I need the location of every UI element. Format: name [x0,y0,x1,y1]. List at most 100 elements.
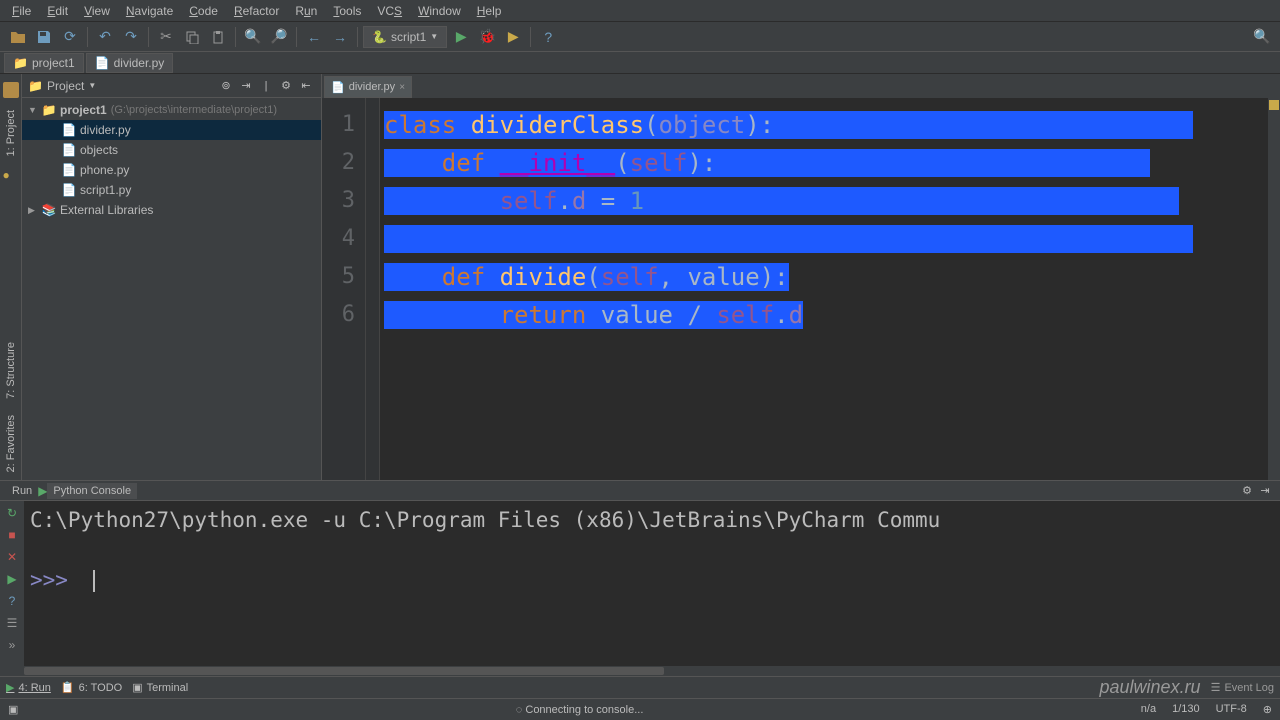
rail-structure[interactable]: 7: Structure [3,334,19,407]
status-widget-icon[interactable]: ▣ [8,703,18,716]
cut-icon[interactable]: ✂ [154,25,178,49]
undo-icon[interactable]: ↶ [93,25,117,49]
menu-window[interactable]: Window [410,2,469,20]
debug-icon[interactable]: 🐞 [475,25,499,49]
rail-project-icon[interactable] [3,82,19,98]
editor-body[interactable]: 1 2 3 4 5 6 class dividerClass(object): … [322,98,1280,480]
tree-file-objects[interactable]: 📄 objects [22,140,321,160]
open-icon[interactable] [6,25,30,49]
close-icon[interactable]: × [399,82,405,93]
breadcrumb-project[interactable]: 📁 project1 [4,53,84,73]
help-icon[interactable]: ? [4,593,20,609]
breadcrumb-file[interactable]: 📄 divider.py [86,53,174,73]
editor-marker-bar [1268,98,1280,480]
menu-run[interactable]: Run [287,2,325,20]
code-content[interactable]: class dividerClass(object): def __init__… [380,98,1268,480]
scrollbar-thumb[interactable] [24,667,664,675]
bottom-tab-run-label: 4: Run [18,682,50,694]
stop-icon[interactable]: ■ [4,527,20,543]
redo-icon[interactable]: ↷ [119,25,143,49]
line-number: 6 [322,296,365,334]
editor-tab-divider[interactable]: 📄 divider.py × [324,76,412,98]
todo-icon: 📋 [61,681,75,694]
panel-sep: | [257,77,275,95]
tree-root[interactable]: ▼ 📁 project1 (G:\projects\intermediate\p… [22,100,321,120]
project-panel-header: 📁 Project ▼ ⊚ ⇥ | ⚙ ⇤ [22,74,321,98]
line-number: 2 [322,144,365,182]
project-tree: ▼ 📁 project1 (G:\projects\intermediate\p… [22,98,321,480]
sync-icon[interactable]: ⟳ [58,25,82,49]
bottom-tab-todo[interactable]: 📋 6: TODO [61,681,122,694]
collapse-all-icon[interactable]: ⇥ [237,77,255,95]
folder-icon: 📁 [13,56,28,70]
editor-tabs: 📄 divider.py × [322,74,1280,98]
bottom-tab-terminal-label: Terminal [147,682,189,694]
replace-icon[interactable]: 🔎 [267,25,291,49]
tree-file-label: phone.py [80,163,129,177]
rail-favorites[interactable]: 2: Favorites [3,407,19,480]
console-header: Run ▶ Python Console ⚙ ⇥ [0,481,1280,501]
back-icon[interactable]: ← [302,25,326,49]
menu-file[interactable]: File [4,2,39,20]
console-scrollbar[interactable] [0,666,1280,676]
run-config-selector[interactable]: 🐍 script1 ▼ [363,26,447,48]
run-console-panel: Run ▶ Python Console ⚙ ⇥ ↻ ■ ✕ ▶ ? ☰ » C… [0,480,1280,676]
menu-view[interactable]: View [76,2,118,20]
console-tab-run[interactable]: Run [6,483,38,499]
tree-file-label: divider.py [80,123,131,137]
event-log-label: Event Log [1224,682,1274,694]
save-icon[interactable] [32,25,56,49]
gear-icon[interactable]: ⚙ [277,77,295,95]
paste-icon[interactable] [206,25,230,49]
hide-icon[interactable]: ⇥ [1256,482,1274,500]
scroll-from-source-icon[interactable]: ⊚ [217,77,235,95]
tree-file-script1[interactable]: 📄 script1.py [22,180,321,200]
expand-icon[interactable]: ▶ [28,205,38,216]
copy-icon[interactable] [180,25,204,49]
menu-refactor[interactable]: Refactor [226,2,287,20]
console-tab-python[interactable]: Python Console [47,483,137,499]
expand-icon[interactable]: ▼ [28,105,38,115]
more-icon[interactable]: » [4,637,20,653]
hide-icon[interactable]: ⇤ [297,77,315,95]
event-log-button[interactable]: ☰ Event Log [1211,681,1274,694]
menu-navigate[interactable]: Navigate [118,2,181,20]
status-encoding[interactable]: UTF-8 [1216,703,1247,716]
bottom-tab-run[interactable]: ▶ 4: Run [6,681,51,694]
tree-file-divider[interactable]: 📄 divider.py [22,120,321,140]
menu-help[interactable]: Help [469,2,510,20]
menu-tools[interactable]: Tools [325,2,369,20]
search-everywhere-icon[interactable]: 🔍 [1250,25,1274,49]
console-toolbar: ↻ ■ ✕ ▶ ? ☰ » [0,501,24,666]
library-icon: 📚 [42,203,56,217]
coverage-icon[interactable]: ▶ [501,25,525,49]
line-number: 3 [322,182,365,220]
tree-file-phone[interactable]: 📄 phone.py [22,160,321,180]
run-icon[interactable]: ▶ [4,571,20,587]
tree-external-libs[interactable]: ▶ 📚 External Libraries [22,200,321,220]
help-icon[interactable]: ? [536,25,560,49]
rail-project[interactable]: 1: Project [3,102,19,164]
toolbar: ⟳ ↶ ↷ ✂ 🔍 🔎 ← → 🐍 script1 ▼ ▶ 🐞 ▶ ? 🔍 [0,22,1280,52]
menubar: File Edit View Navigate Code Refactor Ru… [0,0,1280,22]
rail-python-icon[interactable]: ● [3,168,19,184]
menu-code[interactable]: Code [181,2,226,20]
forward-icon[interactable]: → [328,25,352,49]
history-icon[interactable]: ☰ [4,615,20,631]
dropdown-icon[interactable]: ▼ [88,81,96,90]
rerun-icon[interactable]: ↻ [4,505,20,521]
find-icon[interactable]: 🔍 [241,25,265,49]
menu-vcs[interactable]: VCS [369,2,410,20]
menu-edit[interactable]: Edit [39,2,76,20]
run-icon[interactable]: ▶ [449,25,473,49]
bottom-tab-terminal[interactable]: ▣ Terminal [132,681,188,694]
spinner-icon: ◌ [516,704,523,716]
close-icon[interactable]: ✕ [4,549,20,565]
breadcrumb-file-label: divider.py [114,56,165,70]
watermark: paulwinex.ru [1100,677,1201,698]
console-output[interactable]: C:\Python27\python.exe -u C:\Program Fil… [24,501,1280,666]
status-insert[interactable]: ⊕ [1263,703,1272,716]
status-position[interactable]: 1/130 [1172,703,1200,716]
python-file-icon: 📄 [95,56,110,70]
gear-icon[interactable]: ⚙ [1238,482,1256,500]
